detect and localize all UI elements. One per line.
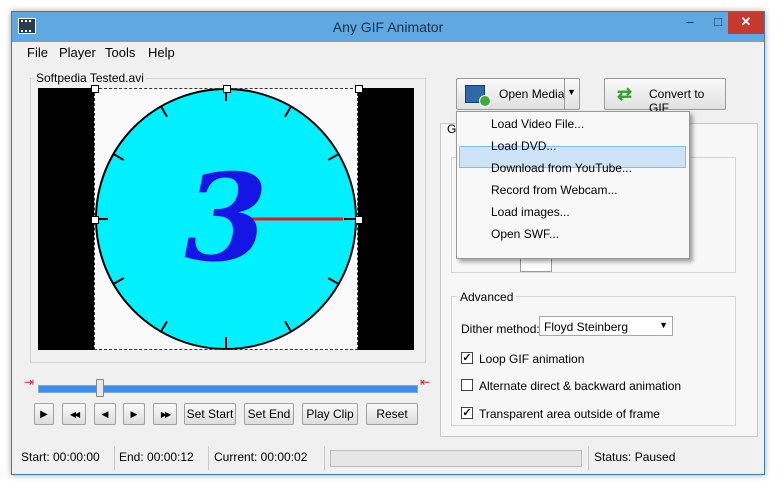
progress-bar (330, 450, 582, 467)
play-clip-button[interactable]: Play Clip (302, 403, 358, 425)
chevron-down-icon: ▼ (659, 320, 668, 330)
resize-handle[interactable] (91, 216, 99, 224)
range-end-marker-icon[interactable]: ⇤ (418, 375, 432, 389)
menu-download-youtube[interactable]: Download from YouTube... (491, 161, 632, 175)
alternate-label: Alternate direct & backward animation (479, 379, 682, 393)
dither-label: Dither method: (461, 322, 540, 336)
app-window: Any GIF Animator – □ ✕ File Player Tools… (11, 11, 765, 475)
reset-button[interactable]: Reset (366, 403, 418, 425)
selection-rectangle[interactable] (94, 88, 358, 350)
title-bar[interactable]: Any GIF Animator – □ ✕ (12, 12, 764, 42)
resize-handle[interactable] (355, 216, 363, 224)
menu-player[interactable]: Player (59, 45, 96, 60)
menu-tools[interactable]: Tools (105, 45, 135, 60)
menu-bar: File Player Tools Help (12, 42, 764, 62)
forward-button[interactable]: ▶▶ (153, 403, 177, 425)
advanced-title: Advanced (457, 290, 517, 304)
status-current: Current: 00:00:02 (214, 450, 308, 464)
convert-arrows-icon: ⇄ (617, 84, 633, 104)
timeline-slider[interactable] (38, 385, 418, 393)
resize-handle[interactable] (91, 85, 99, 93)
range-start-marker-icon[interactable]: ⇥ (22, 375, 36, 389)
timeline-slider-thumb[interactable] (96, 379, 104, 397)
resize-handle[interactable] (355, 85, 363, 93)
minimize-button[interactable]: – (676, 12, 704, 34)
loop-checkbox[interactable]: ✓ (461, 352, 473, 364)
dither-method-select[interactable]: Floyd Steinberg ▼ (539, 316, 673, 336)
open-media-button[interactable]: Open Media ▼ (456, 78, 580, 110)
set-end-button[interactable]: Set End (244, 403, 294, 425)
close-button[interactable]: ✕ (728, 12, 764, 34)
preview-filename: Softpedia Tested.avi (34, 71, 146, 85)
menu-help[interactable]: Help (148, 45, 175, 60)
status-end: End: 00:00:12 (119, 450, 194, 464)
menu-record-webcam[interactable]: Record from Webcam... (491, 183, 617, 197)
status-state: Status: Paused (594, 450, 676, 464)
menu-open-swf[interactable]: Open SWF... (491, 227, 559, 241)
set-start-button[interactable]: Set Start (184, 403, 236, 425)
transparent-label: Transparent area outside of frame (479, 407, 660, 421)
chevron-down-icon[interactable]: ▼ (567, 87, 576, 97)
previous-frame-button[interactable]: ◀ (94, 403, 116, 425)
dither-value: Floyd Steinberg (544, 320, 629, 334)
convert-to-gif-button[interactable]: ⇄ Convert to GIF (604, 78, 726, 115)
open-media-label: Open Media (499, 87, 565, 101)
video-preview[interactable]: 3 (38, 85, 414, 350)
loop-label: Loop GIF animation (479, 352, 585, 366)
tab-general[interactable]: G (447, 122, 456, 136)
alternate-checkbox[interactable] (461, 379, 473, 391)
play-button[interactable]: ▶ (34, 403, 54, 425)
status-bar: Start: 00:00:00 End: 00:00:12 Current: 0… (12, 444, 764, 474)
menu-load-video-file[interactable]: Load Video File... (491, 117, 584, 131)
menu-load-images[interactable]: Load images... (491, 205, 570, 219)
menu-load-dvd[interactable]: Load DVD... (491, 139, 556, 153)
resize-handle[interactable] (223, 85, 231, 93)
add-icon (479, 95, 491, 107)
status-start: Start: 00:00:00 (21, 450, 100, 464)
next-frame-button[interactable]: ▶ (123, 403, 145, 425)
window-title: Any GIF Animator (332, 19, 444, 35)
menu-file[interactable]: File (27, 45, 48, 60)
open-media-dropdown: Load Video File... Load DVD... Download … (456, 111, 690, 259)
rewind-button[interactable]: ◀◀ (62, 403, 86, 425)
transparent-checkbox[interactable]: ✓ (461, 407, 473, 419)
